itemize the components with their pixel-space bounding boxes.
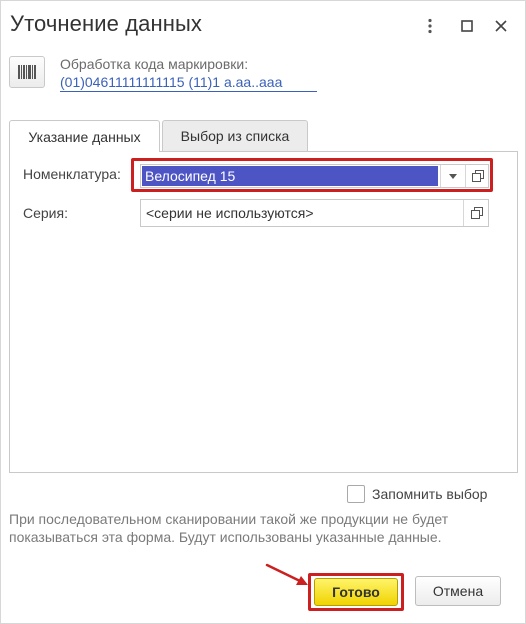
hint-text: При последовательном сканировании такой … [9, 511, 449, 545]
checkbox-box[interactable] [347, 485, 365, 503]
maximize-button[interactable] [455, 13, 479, 39]
marking-code-info: Обработка кода маркировки: (01)046111111… [1, 51, 525, 103]
marking-code-link[interactable]: (01)04611111111115 (11)1 a.aa..aaa [60, 74, 282, 90]
nomenclature-highlight-frame [131, 158, 493, 192]
red-arrow-icon [265, 563, 308, 585]
clarify-data-dialog: Уточнение данных Обработка кода маркиров… [0, 0, 526, 624]
close-button[interactable] [489, 13, 513, 39]
tab-panel: Номенклатура: Велосипед 15 Серия: <серии… [9, 151, 518, 473]
series-label: Серия: [23, 205, 68, 221]
dialog-title: Уточнение данных [10, 11, 202, 36]
maximize-icon [461, 20, 473, 32]
tab-select-from-list[interactable]: Выбор из списка [162, 120, 308, 151]
marking-code-underline [60, 91, 317, 92]
nomenclature-label: Номенклатура: [23, 166, 121, 182]
more-actions-button[interactable] [418, 13, 442, 39]
barcode-scan-button[interactable] [9, 56, 45, 88]
title-bar: Уточнение данных [1, 1, 525, 51]
cancel-button[interactable]: Отмена [415, 576, 501, 606]
series-field[interactable]: <серии не используются> [140, 199, 489, 227]
remember-choice-label: Запомнить выбор [372, 486, 488, 502]
remember-choice-checkbox[interactable]: Запомнить выбор [347, 483, 487, 505]
vertical-dots-icon [428, 18, 432, 34]
series-open-button[interactable] [463, 200, 489, 226]
done-button[interactable]: Готово [314, 578, 398, 606]
close-icon [495, 20, 507, 32]
barcode-icon [18, 65, 36, 79]
open-copy-icon [470, 207, 483, 219]
marking-code-label: Обработка кода маркировки: [60, 56, 249, 72]
tab-specify-data[interactable]: Указание данных [9, 120, 160, 152]
series-value: <серии не используются> [146, 205, 314, 221]
